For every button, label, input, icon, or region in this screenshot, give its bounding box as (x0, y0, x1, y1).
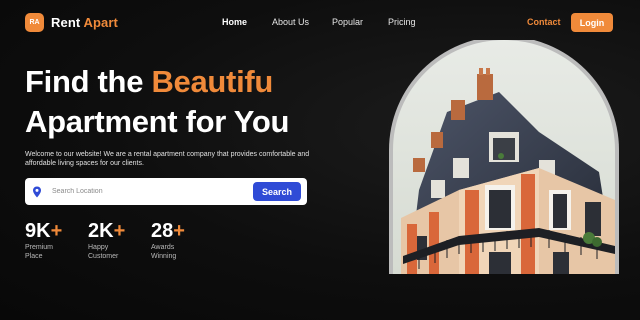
stat-label-line2: Winning (151, 253, 177, 260)
stat-label: Happy Customer (88, 243, 125, 261)
login-button[interactable]: Login (571, 13, 613, 32)
stat-label: Premium Place (25, 243, 62, 261)
stat-premium-place: 9K+ Premium Place (25, 220, 62, 261)
building-illustration (389, 36, 619, 274)
brand-name: Rent Apart (51, 15, 118, 30)
search-location-input[interactable] (52, 183, 242, 200)
brand-name-part2: Apart (83, 15, 118, 30)
headline-plain: Find the (25, 64, 152, 99)
nav-link-home[interactable]: Home (222, 17, 247, 27)
top-navigation: RA Rent Apart Home About Us Popular Pric… (0, 0, 640, 44)
stat-number: 28+ (151, 220, 185, 242)
nav-link-contact[interactable]: Contact (527, 17, 561, 27)
nav-link-pricing[interactable]: Pricing (388, 17, 416, 27)
stat-label-line1: Awards (151, 244, 175, 251)
stat-number: 2K+ (88, 220, 125, 242)
search-bar: Search (25, 178, 307, 205)
stat-plus: + (173, 220, 185, 242)
stat-plus: + (50, 220, 63, 242)
stat-number: 9K+ (25, 220, 62, 242)
brand-logo[interactable]: RA Rent Apart (25, 13, 118, 32)
nav-link-about[interactable]: About Us (272, 17, 309, 27)
headline-line1: Find the Beautifu (25, 62, 289, 102)
location-pin-icon (33, 186, 41, 198)
stat-label-line2: Place (25, 253, 43, 260)
hero-headline: Find the Beautifu Apartment for You (25, 62, 289, 142)
hero-description: Welcome to our website! We are a rental … (25, 151, 310, 167)
stat-plus: + (113, 220, 126, 242)
stat-awards-winning: 28+ Awards Winning (151, 220, 185, 261)
search-button[interactable]: Search (253, 182, 301, 201)
stat-value: 28 (151, 220, 174, 242)
stat-label-line1: Happy (88, 244, 109, 251)
stat-label-line2: Customer (88, 253, 119, 260)
stat-label-line1: Premium (25, 244, 54, 251)
brand-name-part1: Rent (51, 15, 81, 30)
stat-value: 9K (25, 220, 51, 242)
stat-label: Awards Winning (151, 243, 185, 261)
stat-happy-customer: 2K+ Happy Customer (88, 220, 125, 261)
stat-value: 2K (88, 220, 114, 242)
headline-line2: Apartment for You (25, 104, 290, 139)
nav-link-popular[interactable]: Popular (332, 17, 363, 27)
headline-accent: Beautifu (151, 64, 274, 99)
apartment-building-photo (389, 36, 619, 274)
logo-badge: RA (25, 13, 44, 32)
